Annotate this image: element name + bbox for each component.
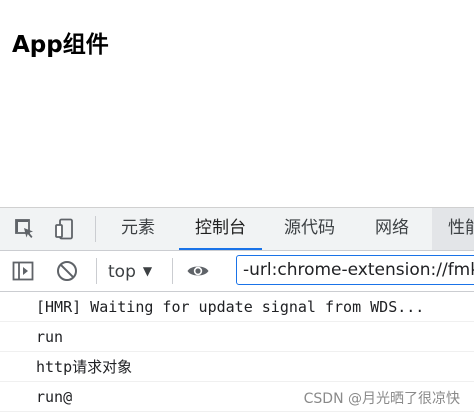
context-select[interactable]: top ▼ [108,257,152,285]
device-toolbar-icon[interactable] [53,217,77,241]
devtools-panel: 元素 控制台 源代码 网络 性能 top ▼ -url:chrome-exten… [0,207,474,416]
inspect-element-icon[interactable] [13,217,37,241]
tab-elements[interactable]: 元素 [121,208,155,250]
tab-console[interactable]: 控制台 [179,208,262,250]
toolbar-separator [95,216,96,242]
clear-console-icon[interactable] [55,259,79,283]
context-select-value: top [108,262,136,282]
tab-performance[interactable]: 性能 [432,208,474,250]
console-message: [HMR] Waiting for update signal from WDS… [0,292,474,322]
page-title: App组件 [12,32,109,58]
toolbar-separator [96,258,97,284]
eye-icon[interactable] [186,259,210,283]
console-messages: [HMR] Waiting for update signal from WDS… [0,292,474,416]
devtools-tab-bar: 元素 控制台 源代码 网络 性能 [0,208,474,251]
toolbar-separator [172,258,173,284]
tab-network[interactable]: 网络 [375,208,409,250]
chevron-down-icon: ▼ [142,264,153,278]
console-filter-input[interactable]: -url:chrome-extension://fmkadmapgofadopl… [236,255,474,285]
console-message: run [0,322,474,352]
console-message: http请求对象 [0,352,474,382]
sidebar-toggle-icon[interactable] [11,259,35,283]
watermark: CSDN @月光晒了很凉快 [299,388,460,408]
tab-sources[interactable]: 源代码 [284,208,335,250]
console-toolbar: top ▼ -url:chrome-extension://fmkadmapgof… [0,251,474,292]
